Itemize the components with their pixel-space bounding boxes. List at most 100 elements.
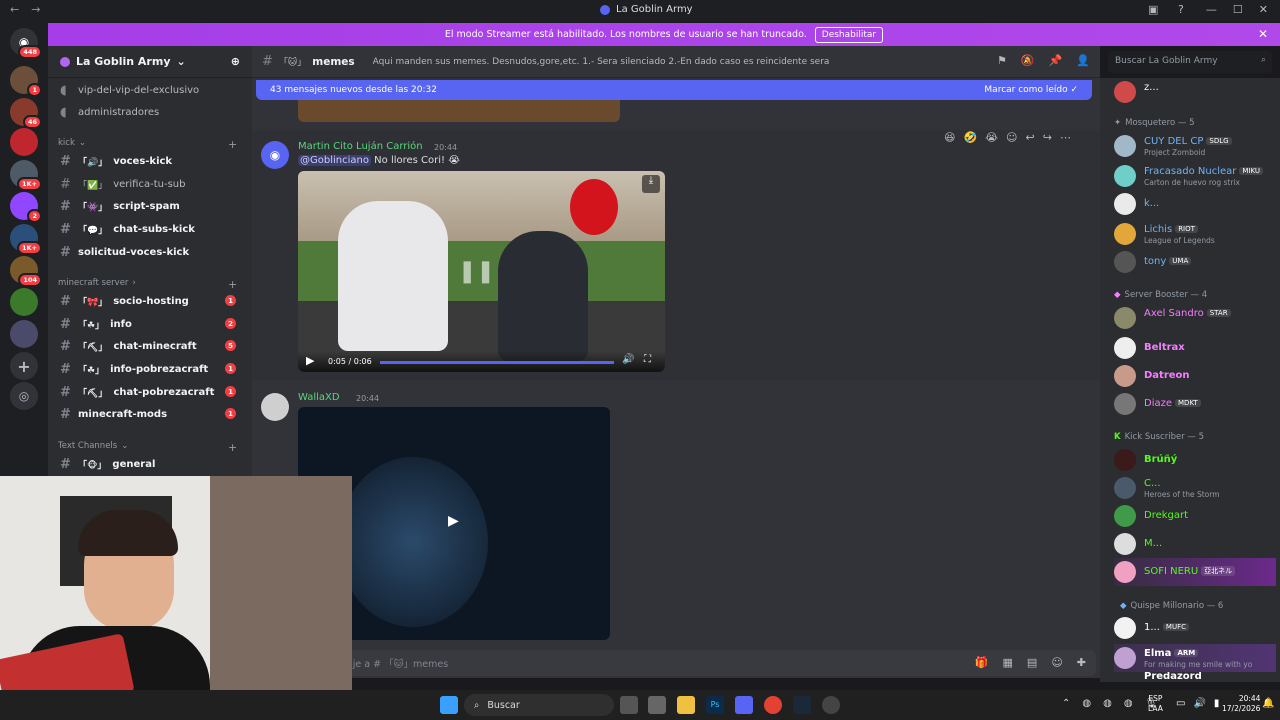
channel-item[interactable]: # 「💬」 chat-subs-kick <box>56 219 244 239</box>
member-item[interactable]: Drekgart <box>1114 502 1276 530</box>
more-icon[interactable]: ⋯ <box>1060 131 1071 144</box>
emoji-picker-icon[interactable]: ☺ <box>1051 656 1062 669</box>
member-item[interactable]: 1... MUFC <box>1114 614 1276 642</box>
channel-item[interactable]: # 「☘」 info 2 <box>56 314 244 334</box>
pin-icon[interactable]: 📌 <box>1049 54 1063 67</box>
forward-icon[interactable]: ↪ <box>1043 131 1052 144</box>
close-window-button[interactable]: ✕ <box>1259 3 1268 16</box>
member-item[interactable]: SOFI NERU 亞北ネル <box>1114 558 1276 586</box>
reply-icon[interactable]: ↩ <box>1026 131 1035 144</box>
server-icon[interactable]: 1K+ <box>10 160 42 191</box>
disable-streamer-button[interactable]: Deshabilitar <box>814 26 884 43</box>
add-channel-icon[interactable]: + <box>228 278 237 291</box>
pause-icon[interactable]: ❚❚ <box>458 259 495 284</box>
clock[interactable]: 20:44 17/2/2026 <box>1222 694 1260 714</box>
channel-item[interactable]: # 「☘」 info-pobrezacraft 1 <box>56 359 244 379</box>
inbox-icon[interactable]: ▣ <box>1148 3 1158 16</box>
language-indicator[interactable]: ESP LAA <box>1148 694 1163 714</box>
server-icon[interactable] <box>10 128 38 156</box>
new-messages-bar[interactable]: 43 mensajes nuevos desde las 20:32 Marca… <box>256 80 1092 100</box>
member-item[interactable]: Elma ARM For making me smile with yo <box>1114 644 1276 672</box>
discover-icon[interactable]: ◎ <box>10 382 38 410</box>
member-item[interactable]: C... Heroes of the Storm <box>1114 474 1276 502</box>
channel-item[interactable]: # minecraft-mods 1 <box>56 404 244 424</box>
members-icon[interactable]: 👤 <box>1076 54 1090 67</box>
server-header[interactable]: La Goblin Army ⌄ ⊕ <box>48 46 252 78</box>
server-icon[interactable]: 104 <box>10 256 42 287</box>
add-reaction-icon[interactable]: ☺ <box>1006 131 1017 144</box>
apps-icon[interactable]: ✚ <box>1077 656 1086 669</box>
member-item[interactable]: Fracasado Nuclear MIKU Carton de huevo rog… <box>1114 162 1276 190</box>
search-input[interactable]: Buscar La Goblin Army ⌕ <box>1108 51 1272 73</box>
member-item[interactable]: Diaze MDKT <box>1114 390 1276 418</box>
twitch-server-icon[interactable]: 2 <box>10 192 42 223</box>
member-item[interactable]: M... <box>1114 530 1276 558</box>
volume-icon[interactable]: 🔊 <box>1193 698 1205 709</box>
server-icon[interactable]: 1K+ <box>10 224 42 255</box>
download-icon[interactable]: ⤓ <box>642 175 660 193</box>
message-author[interactable]: WallaXD <box>298 392 340 403</box>
message-author[interactable]: Martin Cito Luján Carrión <box>298 141 423 152</box>
notification-bell-icon[interactable]: 🔔 <box>1262 698 1274 709</box>
previous-image-attachment[interactable] <box>298 100 620 122</box>
photoshop-icon[interactable]: Ps <box>706 696 724 714</box>
message-input[interactable]: saje a # 「🐱」memes 🎁 ▦ ▤ ☺ ✚ <box>336 650 1096 676</box>
chrome-icon[interactable] <box>764 696 782 714</box>
play-icon[interactable]: ▶ <box>306 354 314 367</box>
minimize-button[interactable]: — <box>1206 3 1217 16</box>
task-view-icon[interactable] <box>620 696 638 714</box>
member-item[interactable]: CUY DEL CP SDLG Project Zomboid <box>1114 132 1276 160</box>
channel-item[interactable]: # 「⛏」 chat-pobrezacraft 1 <box>56 382 244 402</box>
close-icon[interactable]: ✕ <box>1258 27 1268 41</box>
avatar[interactable] <box>261 393 289 421</box>
add-channel-icon[interactable]: + <box>228 138 237 151</box>
tray-app-icon[interactable]: ◍ <box>1103 698 1112 709</box>
channel-item[interactable]: # 「⛏」 chat-minecraft 5 <box>56 336 244 356</box>
tray-app-icon[interactable]: ◍ <box>1124 698 1133 709</box>
server-icon[interactable] <box>10 288 38 316</box>
video-progress[interactable] <box>380 361 614 364</box>
channel-item[interactable]: ◖ administradores <box>56 102 244 122</box>
volume-icon[interactable]: 🔊 <box>622 354 634 365</box>
mark-read-button[interactable]: Marcar como leído ✓ <box>984 85 1078 95</box>
taskbar-search[interactable]: ⌕ Buscar <box>464 694 614 716</box>
network-icon[interactable]: ▭ <box>1176 698 1185 709</box>
file-explorer-icon[interactable] <box>677 696 695 714</box>
add-member-icon[interactable]: ⊕ <box>231 55 240 68</box>
add-server-button[interactable]: + <box>10 352 38 380</box>
channel-item[interactable]: # 「🐵」 general <box>56 454 244 474</box>
category-kick[interactable]: kick ⌄ + <box>58 138 237 151</box>
user-mention[interactable]: @Goblinciano <box>298 155 371 166</box>
mute-bell-icon[interactable]: 🔕 <box>1021 54 1035 67</box>
gift-icon[interactable]: 🎁 <box>975 656 989 669</box>
member-item[interactable]: Datreon <box>1114 362 1276 390</box>
channel-item[interactable]: # 「🔊」 voces-kick <box>56 151 244 171</box>
gif-icon[interactable]: ▦ <box>1003 656 1013 669</box>
channel-item[interactable]: # 「👾」 script-spam <box>56 196 244 216</box>
avatar[interactable]: ◉ <box>261 141 289 169</box>
channel-item[interactable]: # 「✅」 verifica-tu-sub <box>56 174 244 194</box>
channel-item[interactable]: # solicitud-voces-kick <box>56 242 244 262</box>
dm-home-button[interactable]: ◉ 448 <box>10 28 42 59</box>
video-attachment[interactable]: ⤓ ❚❚ ▶ 0:05 / 0:06 🔊 ⛶ <box>298 171 665 372</box>
server-icon[interactable]: 46 <box>10 98 42 129</box>
server-icon[interactable]: 1 <box>10 66 42 97</box>
channel-item[interactable]: ◖ vip-del-vip-del-exclusivo <box>56 80 244 100</box>
member-item[interactable]: z... <box>1114 78 1276 106</box>
member-item[interactable]: Lichis RIOT League of Legends <box>1114 220 1276 248</box>
steam-icon[interactable] <box>793 696 811 714</box>
member-item[interactable]: Beltrax <box>1114 334 1276 362</box>
back-arrow-icon[interactable]: ← <box>10 3 19 16</box>
chevron-up-icon[interactable]: ⌃ <box>1062 698 1070 709</box>
forward-arrow-icon[interactable]: → <box>31 3 40 16</box>
add-channel-icon[interactable]: + <box>228 441 237 454</box>
discord-taskbar-icon[interactable] <box>735 696 753 714</box>
tray-app-icon[interactable]: ◍ <box>1082 698 1091 709</box>
maximize-button[interactable]: ☐ <box>1233 3 1243 16</box>
help-icon[interactable]: ? <box>1178 3 1184 16</box>
category-text-channels[interactable]: Text Channels ⌄ + <box>58 441 237 454</box>
reaction-emoji-icon[interactable]: 😆 <box>944 131 955 144</box>
threads-icon[interactable]: ⚑ <box>997 54 1007 67</box>
sticker-icon[interactable]: ▤ <box>1027 656 1037 669</box>
reaction-emoji-icon[interactable]: 🤣 <box>963 131 977 144</box>
